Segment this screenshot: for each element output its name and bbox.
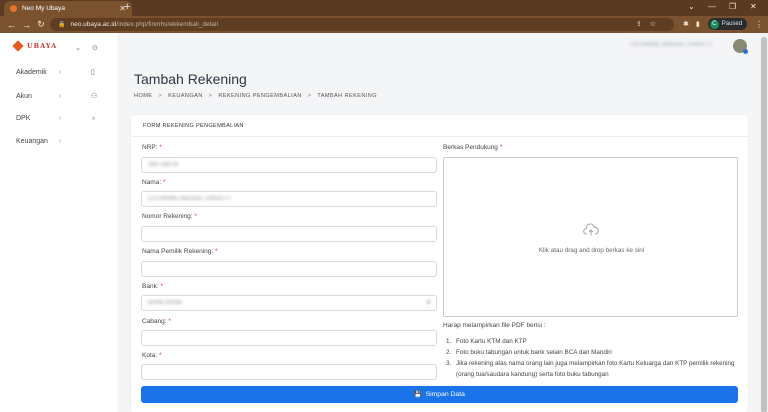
extensions-icon[interactable]: ✱ (683, 20, 689, 28)
browser-toolbar: ← → ↻ 🔒 neo.ubaya.ac.id/index.php/finmhs… (0, 16, 768, 33)
save-button[interactable]: 💾 Simpan Data (141, 386, 738, 403)
file-dropzone[interactable]: Klik atau drag and drop berkas ke sini (443, 157, 738, 317)
breadcrumb-rekening[interactable]: REKENING PENGEMBALIAN (218, 93, 301, 99)
favicon-icon (10, 5, 17, 12)
breadcrumb-separator: > (208, 93, 213, 99)
lock-icon[interactable]: 🔒 (58, 21, 65, 28)
logo-text: UBAYA (27, 42, 58, 50)
breadcrumb-keuangan[interactable]: KEUANGAN (168, 93, 203, 99)
profile-button[interactable]: C Paused (707, 18, 748, 30)
scrollbar-thumb[interactable] (761, 37, 767, 412)
chevron-left-icon: ‹ (59, 68, 62, 76)
profile-status: Paused (721, 21, 743, 27)
nrp-label: NRP: * (142, 144, 162, 151)
share-icon[interactable]: ⇪ (636, 21, 650, 28)
nomor-rekening-label: Nomor Rekening: * (142, 213, 197, 220)
breadcrumb: HOME > KEUANGAN > REKENING PENGEMBALIAN > TAMB… (134, 93, 377, 99)
kebab-icon[interactable]: ⋮ (755, 20, 763, 29)
minimize-icon[interactable]: — (708, 2, 716, 11)
chevron-left-icon: ‹ (59, 137, 62, 145)
nama-pemilik-field[interactable] (141, 261, 437, 277)
form-header: FORM REKENING PENGEMBALIAN (131, 115, 748, 137)
sidebar-item-label: Akun (16, 92, 32, 100)
save-icon: 💾 (414, 392, 422, 398)
page-scrollbar[interactable] (760, 33, 768, 412)
nama-label: Nama: * (142, 179, 166, 186)
sidepanel-icon[interactable]: ▮ (696, 20, 700, 28)
user-name[interactable]: CATHRINE ABIGAIL CHRISTY (630, 42, 713, 48)
reload-icon[interactable]: ↻ (37, 19, 45, 30)
bank-select[interactable]: BANK BANK ▾ (141, 295, 437, 311)
cabang-field[interactable] (141, 330, 437, 346)
sidebar-item-label: Akademik (16, 68, 47, 76)
tab-search-icon[interactable]: ⌄ (688, 2, 695, 11)
url-host: neo.ubaya.ac.id (70, 21, 117, 28)
list-item: 1. Foto Kartu KTM dan KTP (446, 338, 527, 345)
breadcrumb-home[interactable]: HOME (134, 93, 152, 99)
ubaya-logo[interactable]: UBAYA (12, 40, 58, 52)
sidebar-item-label: Keuangan (16, 137, 48, 145)
save-button-label: Simpan Data (425, 391, 465, 398)
chevron-left-icon: ‹ (59, 114, 62, 122)
url-path: /index.php/finmhsrekkembali_detail (116, 21, 218, 28)
back-icon[interactable]: ← (7, 20, 16, 30)
nama-field[interactable]: CATHRINE ABIGAIL CHRISTY (141, 191, 437, 207)
maximize-icon[interactable]: ❐ (729, 2, 736, 11)
page-title: Tambah Rekening (134, 71, 247, 87)
book-icon: ▯ (91, 69, 95, 76)
sidebar-item-akun[interactable]: Akun ‹ ⚇ (16, 90, 104, 102)
list-item: 2. Foto buku tabungan untuk bank selain B… (446, 349, 612, 356)
sidebar-item-label: DPK (16, 114, 31, 122)
attachment-note: Harap melampirkan file PDF berisi : (443, 322, 546, 329)
user-icon: ⚇ (91, 93, 98, 100)
list-item: 3. Jika rekening atas nama orang lain jug… (446, 360, 735, 378)
bank-label: Bank: * (142, 283, 163, 290)
breadcrumb-current: TAMBAH REKENING (317, 93, 377, 99)
avatar[interactable] (733, 39, 748, 54)
cloud-upload-icon (583, 223, 599, 236)
sidebar-item-dpk[interactable]: DPK ‹ ♁ (16, 112, 104, 124)
browser-titlebar: Neo My Ubaya ✕ + ⌄ — ❐ ✕ (0, 0, 768, 16)
window-close-icon[interactable]: ✕ (750, 2, 757, 11)
sidebar-item-akademik[interactable]: Akademik ‹ ▯ (16, 66, 104, 78)
logo-mark-icon (12, 40, 24, 52)
new-tab-button[interactable]: + (124, 1, 130, 13)
target-icon[interactable]: ⊙ (92, 44, 98, 52)
nrp-field[interactable]: 160718078 (141, 157, 437, 173)
status-dot (743, 49, 748, 54)
nama-pemilik-label: Nama Pemilik Rekening: * (142, 248, 218, 255)
star-icon[interactable]: ☆ (650, 21, 664, 28)
dropzone-text: Klik atau drag and drop berkas ke sini (538, 247, 645, 254)
cabang-label: Cabang: * (142, 318, 171, 325)
breadcrumb-separator: > (158, 93, 163, 99)
dropdown-caret-icon: ▾ (426, 300, 430, 306)
profile-avatar: C (709, 19, 719, 29)
chevron-left-icon: ‹ (59, 92, 62, 100)
award-icon: ♁ (91, 114, 97, 122)
forward-icon[interactable]: → (22, 20, 31, 30)
tab-title: Neo My Ubaya (22, 5, 65, 12)
berkas-label: Berkas Pendukung * (443, 144, 503, 151)
kota-label: Kota: * (142, 352, 162, 359)
kota-field[interactable] (141, 364, 437, 380)
breadcrumb-separator: > (307, 93, 312, 99)
nomor-rekening-field[interactable] (141, 226, 437, 242)
chevron-down-icon[interactable]: ⌄ (75, 44, 81, 52)
sidebar-item-keuangan[interactable]: Keuangan ‹ (16, 135, 104, 147)
browser-tab[interactable]: Neo My Ubaya ✕ (4, 1, 132, 16)
requirements-list: 1. Foto Kartu KTM dan KTP 2. Foto buku tab… (446, 336, 736, 380)
address-bar[interactable]: 🔒 neo.ubaya.ac.id/index.php/finmhsrekkem… (50, 18, 674, 31)
